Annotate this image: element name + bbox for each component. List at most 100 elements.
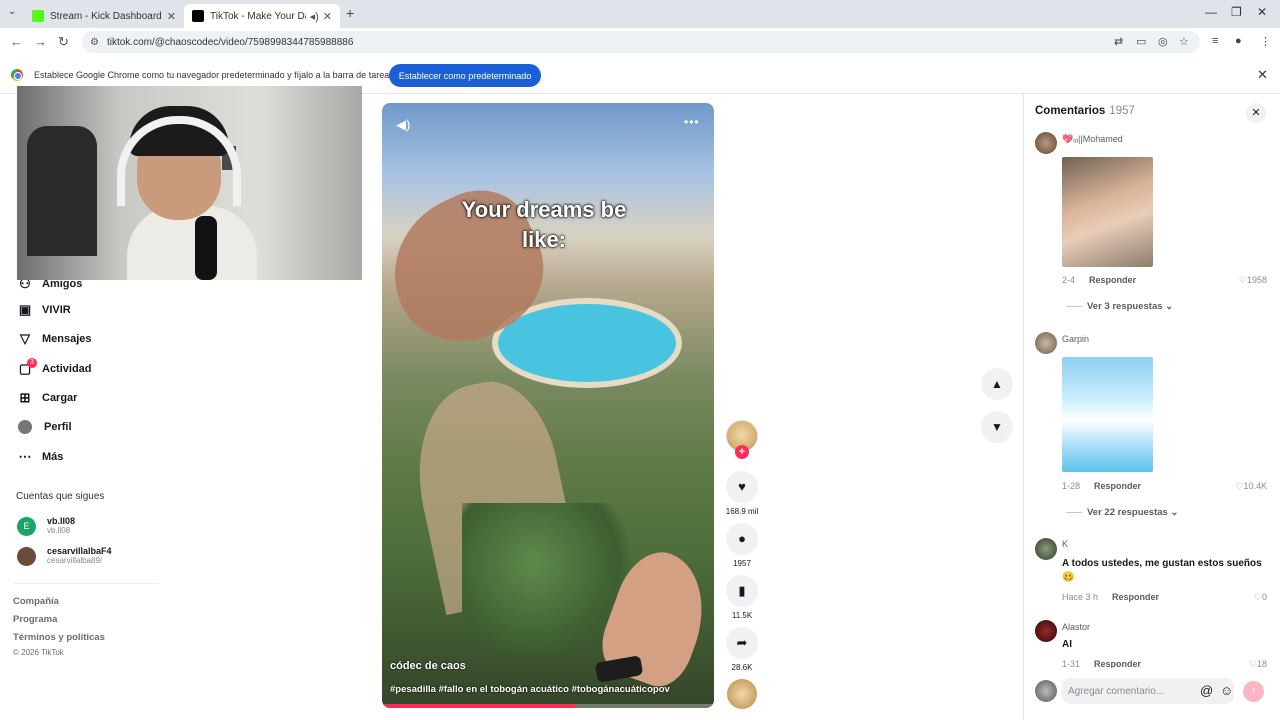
emoji-icon[interactable]: ☺: [1220, 683, 1233, 698]
share-button[interactable]: ➦: [726, 627, 758, 659]
view-replies-label: Ver 22 respuestas: [1087, 507, 1168, 518]
video-author[interactable]: códec de caos: [390, 660, 466, 672]
browser-toolbar: ← → ↻ ⚙ tiktok.com/@chaoscodec/video/759…: [0, 28, 1280, 56]
comment-meta: Hace 3 h Responder: [1062, 592, 1159, 602]
reload-icon[interactable]: ↻: [58, 34, 69, 50]
restore-icon[interactable]: ❐: [1231, 5, 1242, 19]
set-default-button[interactable]: Establecer como predeterminado: [389, 64, 541, 87]
account-name: cesarvillalbaF4: [47, 546, 112, 556]
following-section-title: Cuentas que sigues: [16, 491, 105, 502]
upload-icon: ⊞: [19, 390, 31, 405]
view-replies-button[interactable]: Ver 22 respuestas ⌄: [1066, 507, 1178, 518]
comment-username[interactable]: 💖ᵢₒ||Mohamed: [1062, 134, 1123, 145]
reply-button[interactable]: Responder: [1094, 481, 1141, 491]
avatar[interactable]: [1035, 332, 1057, 354]
site-info-icon[interactable]: ⚙: [90, 37, 99, 48]
eye-off-icon[interactable]: ◎: [1158, 35, 1168, 48]
reply-button[interactable]: Responder: [1112, 592, 1159, 602]
video-progress-fill: [382, 704, 575, 708]
tab-search-chevron-icon[interactable]: ⌄: [8, 6, 16, 17]
save-button[interactable]: ▮: [726, 575, 758, 607]
post-comment-button[interactable]: ↑: [1243, 681, 1264, 702]
comment-username[interactable]: Alastor: [1062, 622, 1090, 632]
back-icon[interactable]: ←: [10, 34, 23, 49]
sidebar-item-upload[interactable]: ⊞ Cargar: [16, 389, 78, 407]
tab-title: Stream - Kick Dashboard: [50, 10, 162, 22]
tab-audio-icon[interactable]: ◂): [310, 10, 319, 23]
webcam-microphone: [195, 216, 217, 280]
sidebar-item-label: VIVIR: [42, 304, 71, 316]
infobar-close-icon[interactable]: ✕: [1257, 67, 1268, 83]
video-player[interactable]: ◀) ••• Your dreams be like: códec de cao…: [382, 103, 714, 708]
sidebar-item-live[interactable]: ▣ VIVIR: [16, 301, 71, 319]
comment-image[interactable]: [1062, 357, 1153, 472]
reply-button[interactable]: Responder: [1089, 275, 1136, 285]
chrome-menu-icon[interactable]: ⋮: [1260, 35, 1271, 48]
close-comments-button[interactable]: ✕: [1246, 103, 1266, 123]
comments-title-label: Comentarios: [1035, 105, 1106, 117]
comment-like-button[interactable]: ♡0: [1227, 592, 1267, 603]
sidebar-item-profile[interactable]: Perfil: [16, 418, 72, 436]
heart-icon: ♥: [738, 479, 746, 494]
new-tab-button[interactable]: +: [346, 5, 354, 21]
more-options-icon[interactable]: •••: [684, 115, 700, 129]
bookmark-star-icon[interactable]: ☆: [1179, 35, 1189, 48]
video-caption-overlay: Your dreams be like:: [461, 197, 627, 252]
avatar[interactable]: [1035, 620, 1057, 642]
reading-list-icon[interactable]: ≡: [1212, 35, 1218, 47]
profile-avatar-icon[interactable]: ●: [1235, 35, 1242, 47]
tab-tiktok[interactable]: TikTok - Make Your Day ◂) ✕: [184, 4, 340, 28]
comment-image[interactable]: [1062, 157, 1153, 267]
comment-meta: 1-28 Responder: [1062, 481, 1141, 491]
reply-button[interactable]: Responder: [1094, 659, 1141, 668]
like-button[interactable]: ♥: [726, 471, 758, 503]
profile-icon: [18, 420, 32, 434]
following-account-item[interactable]: cesarvillalbaF4 cesarvillalba89/: [17, 546, 112, 566]
current-user-avatar: [1035, 680, 1057, 702]
view-replies-button[interactable]: Ver 3 respuestas ⌄: [1066, 301, 1173, 312]
volume-icon[interactable]: ◀): [396, 117, 410, 133]
comment-input-box[interactable]: @ ☺: [1062, 678, 1234, 704]
translate-icon[interactable]: ⇄: [1114, 35, 1123, 48]
cast-icon[interactable]: ▭: [1136, 35, 1146, 48]
avatar: E: [17, 516, 36, 536]
follow-plus-button[interactable]: +: [735, 445, 749, 459]
comment-like-button[interactable]: ♡10.4K: [1227, 481, 1267, 492]
share-count: 28.6K: [731, 663, 753, 672]
previous-video-button[interactable]: ▲: [981, 368, 1013, 400]
comment-button[interactable]: ●: [726, 523, 758, 555]
address-bar[interactable]: ⚙ tiktok.com/@chaoscodec/video/759899834…: [82, 31, 1200, 53]
comment-like-button[interactable]: ♡18: [1227, 659, 1267, 668]
comment-username[interactable]: Garpin: [1062, 334, 1089, 344]
sidebar-divider: [13, 583, 159, 584]
minimize-icon[interactable]: —: [1205, 5, 1217, 19]
mention-icon[interactable]: @: [1200, 683, 1213, 698]
footer-link-company[interactable]: Compañía: [13, 596, 59, 607]
footer-link-program[interactable]: Programa: [13, 614, 57, 625]
window-close-icon[interactable]: ✕: [1257, 5, 1267, 19]
tiktok-favicon-icon: [192, 10, 204, 22]
forward-icon[interactable]: →: [34, 34, 47, 49]
music-disc-icon[interactable]: [727, 679, 757, 709]
account-username: cesarvillalba89/: [47, 556, 103, 565]
video-hashtags[interactable]: #pesadilla #fallo en el tobogán acuático…: [390, 684, 670, 695]
comment-username[interactable]: K: [1062, 539, 1068, 549]
tab-close-icon[interactable]: ✕: [323, 10, 332, 23]
comment-like-button[interactable]: ♡1958: [1227, 275, 1267, 286]
copyright-text: © 2026 TikTok: [13, 648, 64, 657]
following-account-item[interactable]: E vb.ll08 vb.ll08: [17, 516, 75, 536]
comment-input[interactable]: [1068, 682, 1188, 700]
chrome-logo-icon: [11, 69, 23, 81]
share-icon: ➦: [736, 635, 748, 650]
tab-kick-dashboard[interactable]: Stream - Kick Dashboard ✕: [24, 4, 184, 28]
avatar[interactable]: [1035, 132, 1057, 154]
footer-link-terms[interactable]: Términos y políticas: [13, 632, 105, 643]
comment-like-count: 10.4K: [1243, 481, 1267, 491]
sidebar-item-messages[interactable]: ▽ Mensajes: [16, 330, 92, 348]
avatar[interactable]: [1035, 538, 1057, 560]
next-video-button[interactable]: ▼: [981, 411, 1013, 443]
tab-close-icon[interactable]: ✕: [167, 10, 176, 23]
sidebar-item-more[interactable]: ⋯ Más: [16, 448, 64, 466]
video-progress-bar[interactable]: [382, 704, 714, 708]
messages-icon: ▽: [20, 331, 30, 346]
